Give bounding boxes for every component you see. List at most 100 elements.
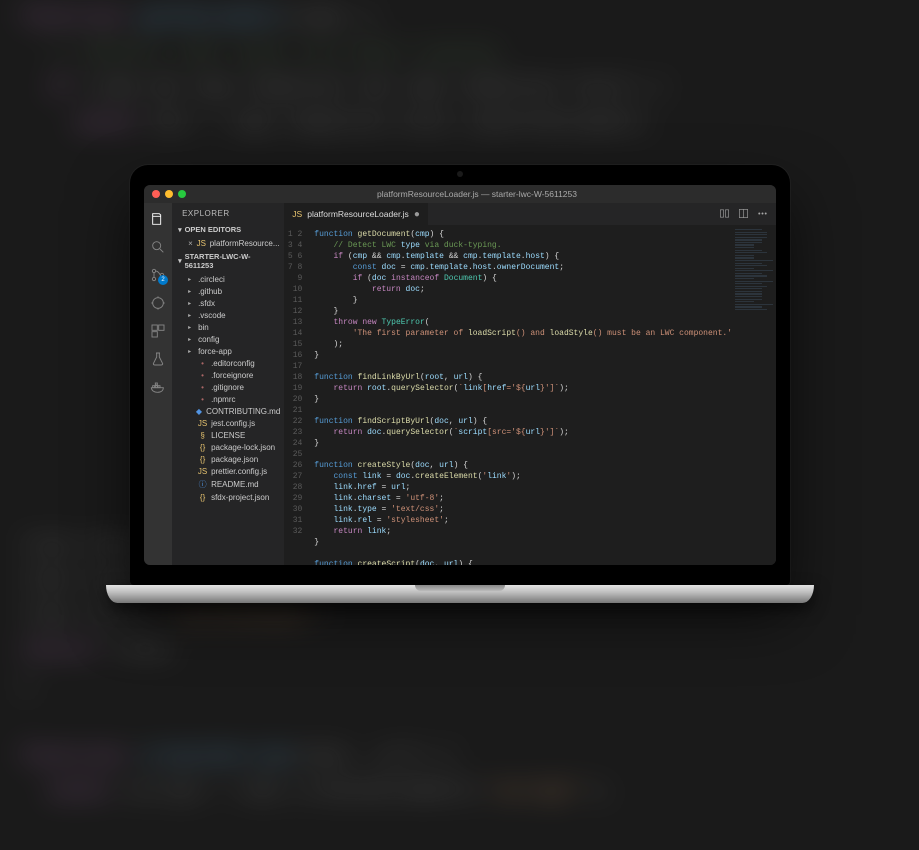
source-control-icon[interactable]: 2 (150, 267, 166, 283)
laptop-base (106, 585, 814, 603)
close-window-button[interactable] (152, 190, 160, 198)
folder-item[interactable]: ▸ .github (172, 285, 284, 297)
file-item[interactable]: {} package-lock.json (172, 441, 284, 453)
docker-icon[interactable] (150, 379, 166, 395)
activity-bar: 2 (144, 203, 172, 565)
chevron-right-icon: ▸ (188, 276, 194, 283)
chevron-down-icon: ▾ (178, 257, 182, 265)
file-item[interactable]: ⓘ README.md (172, 477, 284, 491)
laptop-frame: platformResourceLoader.js — starter-lwc-… (130, 165, 790, 603)
chevron-right-icon: ▸ (188, 336, 194, 343)
item-label: LICENSE (211, 431, 245, 440)
workspace-section[interactable]: ▾ STARTER-LWC-W-5611253 (172, 249, 284, 273)
item-label: bin (198, 323, 209, 332)
folder-item[interactable]: ▸ config (172, 333, 284, 345)
file-item[interactable]: {} package.json (172, 453, 284, 465)
open-editors-section[interactable]: ▾ OPEN EDITORS (172, 222, 284, 237)
chevron-right-icon: ▸ (188, 312, 194, 319)
item-label: .sfdx (198, 299, 215, 308)
camera-dot (457, 171, 463, 177)
file-item[interactable]: • .gitignore (172, 381, 284, 393)
file-icon: JS (198, 467, 207, 476)
file-icon: • (198, 359, 207, 368)
beaker-icon[interactable] (150, 351, 166, 367)
compare-changes-icon[interactable] (719, 208, 730, 221)
file-item[interactable]: JS prettier.config.js (172, 465, 284, 477)
vscode-window: platformResourceLoader.js — starter-lwc-… (144, 185, 776, 565)
sidebar: EXPLORER ▾ OPEN EDITORS × JS platformRes… (172, 203, 284, 565)
item-label: .vscode (198, 311, 226, 320)
folder-item[interactable]: ▸ bin (172, 321, 284, 333)
file-item[interactable]: ◆ CONTRIBUTING.md (172, 405, 284, 417)
code-content[interactable]: function getDocument(cmp) { // Detect LW… (308, 225, 732, 565)
editor-tabs: JS platformResourceLoader.js ● (284, 203, 776, 225)
item-label: .editorconfig (211, 359, 255, 368)
open-editor-item[interactable]: × JS platformResource... U (172, 237, 284, 249)
item-label: .npmrc (211, 395, 235, 404)
window-controls (152, 190, 186, 198)
folder-item[interactable]: ▸ .vscode (172, 309, 284, 321)
chevron-down-icon: ▾ (178, 226, 182, 234)
file-item[interactable]: § LICENSE (172, 429, 284, 441)
file-icon: {} (198, 455, 207, 464)
folder-item[interactable]: ▸ .sfdx (172, 297, 284, 309)
item-label: README.md (211, 480, 259, 489)
chevron-right-icon: ▸ (188, 288, 194, 295)
close-icon[interactable]: × (188, 239, 193, 248)
tab-label: platformResourceLoader.js (307, 209, 409, 219)
chevron-right-icon: ▸ (188, 324, 194, 331)
item-label: jest.config.js (211, 419, 255, 428)
sidebar-title: EXPLORER (172, 203, 284, 222)
folder-item[interactable]: ▸ force-app (172, 345, 284, 357)
file-icon: {} (198, 493, 207, 502)
minimap[interactable] (732, 225, 776, 565)
js-file-icon: JS (197, 239, 206, 248)
item-label: package-lock.json (211, 443, 275, 452)
explorer-icon[interactable] (150, 211, 166, 227)
item-label: CONTRIBUTING.md (206, 407, 280, 416)
file-item[interactable]: • .forceignore (172, 369, 284, 381)
open-editor-label: platformResource... (210, 239, 280, 248)
minimize-window-button[interactable] (165, 190, 173, 198)
item-label: config (198, 335, 219, 344)
file-item[interactable]: JS jest.config.js (172, 417, 284, 429)
file-icon: § (198, 431, 207, 440)
folder-item[interactable]: ▸ .circleci (172, 273, 284, 285)
window-title: platformResourceLoader.js — starter-lwc-… (186, 189, 768, 199)
section-label: STARTER-LWC-W-5611253 (185, 252, 279, 270)
chevron-right-icon: ▸ (188, 300, 194, 307)
more-actions-icon[interactable] (757, 208, 768, 221)
editor-group: JS platformResourceLoader.js ● 1 2 3 4 5… (284, 203, 776, 565)
tab-dirty-indicator: ● (414, 209, 420, 220)
split-editor-icon[interactable] (738, 208, 749, 221)
file-icon: JS (198, 419, 207, 428)
file-icon: • (198, 371, 207, 380)
file-icon: ⓘ (198, 479, 207, 490)
scm-badge: 2 (158, 275, 168, 285)
item-label: .gitignore (211, 383, 244, 392)
item-label: force-app (198, 347, 232, 356)
file-icon: • (198, 395, 207, 404)
item-label: prettier.config.js (211, 467, 267, 476)
file-icon: ◆ (196, 407, 202, 416)
search-icon[interactable] (150, 239, 166, 255)
item-label: package.json (211, 455, 258, 464)
item-label: .forceignore (211, 371, 253, 380)
titlebar[interactable]: platformResourceLoader.js — starter-lwc-… (144, 185, 776, 203)
item-label: .github (198, 287, 222, 296)
item-label: sfdx-project.json (211, 493, 269, 502)
editor-tab[interactable]: JS platformResourceLoader.js ● (284, 203, 429, 225)
item-label: .circleci (198, 275, 225, 284)
debug-icon[interactable] (150, 295, 166, 311)
chevron-right-icon: ▸ (188, 348, 194, 355)
zoom-window-button[interactable] (178, 190, 186, 198)
section-label: OPEN EDITORS (185, 225, 242, 234)
line-number-gutter: 1 2 3 4 5 6 7 8 9 10 11 12 13 14 15 16 1… (284, 225, 308, 565)
file-item[interactable]: • .npmrc (172, 393, 284, 405)
file-item[interactable]: {} sfdx-project.json (172, 491, 284, 503)
file-icon: • (198, 383, 207, 392)
js-file-icon: JS (292, 209, 302, 219)
file-icon: {} (198, 443, 207, 452)
file-item[interactable]: • .editorconfig (172, 357, 284, 369)
extensions-icon[interactable] (150, 323, 166, 339)
